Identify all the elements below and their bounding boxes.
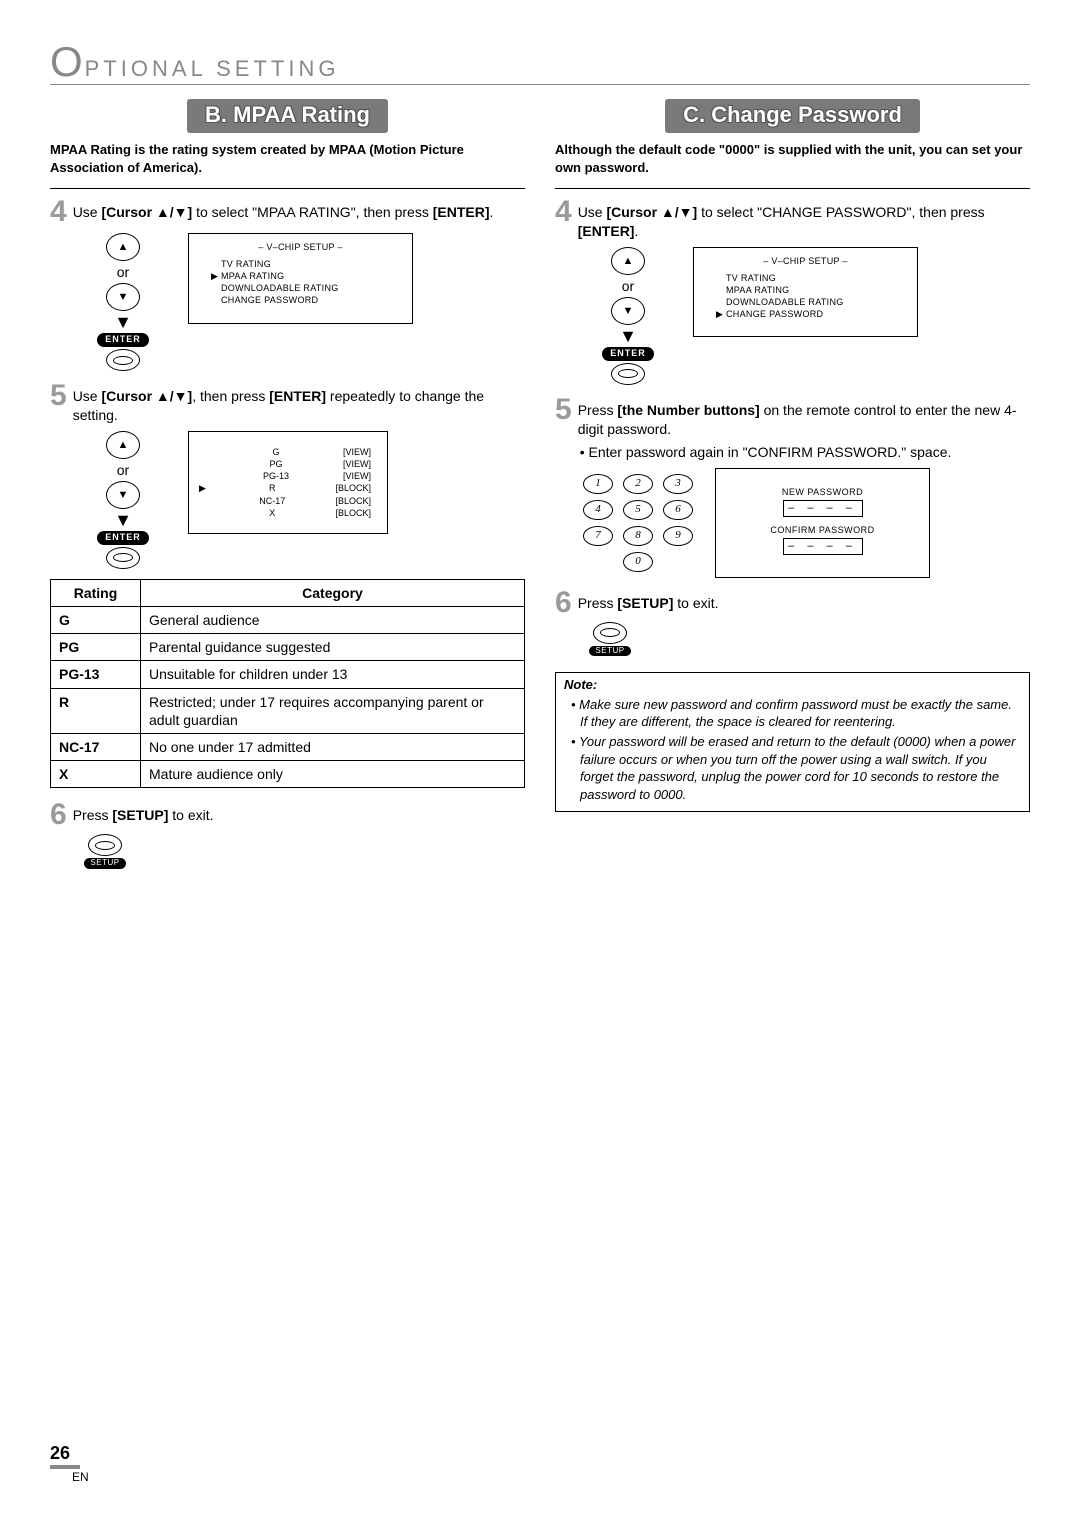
password-entry-box: NEW PASSWORD – – – – CONFIRM PASSWORD – … [715,468,930,578]
table-header-category: Category [141,579,525,606]
setup-button[interactable]: SETUP [585,622,635,656]
up-button-icon[interactable]: ▲ [106,233,140,261]
divider [555,188,1030,189]
note-title: Note: [564,677,1021,694]
step-number-icon: 5 [50,381,67,411]
num-3-button[interactable]: 3 [663,474,693,494]
confirm-password-label: CONFIRM PASSWORD [726,525,919,537]
new-password-field: – – – – [783,500,863,516]
num-6-button[interactable]: 6 [663,500,693,520]
table-row: GGeneral audience [51,607,525,634]
section-b-column: B. MPAA Rating MPAA Rating is the rating… [50,99,525,869]
confirm-password-field: – – – – [783,538,863,554]
note-item: Make sure new password and confirm passw… [580,696,1021,731]
setup-button-icon [88,834,122,856]
enter-label: ENTER [602,347,654,361]
page-number: 26 [50,1442,80,1469]
num-9-button[interactable]: 9 [663,526,693,546]
enter-button-icon[interactable] [106,547,140,569]
section-b-title: B. MPAA Rating [187,99,388,134]
section-c-step-6: 6 Press [SETUP] to exit. [555,588,1030,618]
header-big-o: O [50,45,85,79]
or-label: or [117,461,129,479]
mpaa-rating-menu-box: G[VIEW] PG[VIEW] PG-13[VIEW] ▶R[BLOCK] N… [188,431,388,534]
new-password-label: NEW PASSWORD [726,487,919,499]
step-number-icon: 6 [555,588,572,618]
step-number-icon: 6 [50,800,67,830]
note-item: Your password will be erased and return … [580,733,1021,803]
up-button-icon[interactable]: ▲ [106,431,140,459]
num-8-button[interactable]: 8 [623,526,653,546]
step-text: Press [SETUP] to exit. [578,588,1030,613]
section-c-step-4: 4 Use [Cursor ▲/▼] to select "CHANGE PAS… [555,197,1030,241]
enter-label: ENTER [97,333,149,347]
or-label: or [622,277,634,295]
setup-label: SETUP [84,858,125,868]
step-number-icon: 4 [555,197,572,227]
num-2-button[interactable]: 2 [623,474,653,494]
page-footer: 26 EN [50,1442,89,1486]
table-row: PGParental guidance suggested [51,634,525,661]
cursor-pad: ▲ or ▼ ▼ ENTER [583,247,673,385]
header-rest: PTIONAL SETTING [85,55,340,84]
table-row: XMature audience only [51,761,525,788]
section-c-column: C. Change Password Although the default … [555,99,1030,869]
vchip-menu-box: – V–CHIP SETUP – TV RATING ▶MPAA RATING … [188,233,413,323]
section-b-intro: MPAA Rating is the rating system created… [50,141,525,176]
enter-label: ENTER [97,531,149,545]
arrow-down-icon: ▼ [114,313,132,331]
down-button-icon[interactable]: ▼ [106,481,140,509]
num-4-button[interactable]: 4 [583,500,613,520]
table-row: RRestricted; under 17 requires accompany… [51,688,525,733]
setup-button-icon [593,622,627,644]
mpaa-rating-table: Rating Category GGeneral audience PGPare… [50,579,525,789]
step-text: Use [Cursor ▲/▼] to select "MPAA RATING"… [73,197,525,222]
section-b-step-6: 6 Press [SETUP] to exit. [50,800,525,830]
step-text: Use [Cursor ▲/▼], then press [ENTER] rep… [73,381,525,425]
table-row: NC-17No one under 17 admitted [51,733,525,760]
down-button-icon[interactable]: ▼ [106,283,140,311]
down-button-icon[interactable]: ▼ [611,297,645,325]
section-c-intro: Although the default code "0000" is supp… [555,141,1030,176]
section-c-title: C. Change Password [665,99,920,134]
divider [50,188,525,189]
enter-button-icon[interactable] [611,363,645,385]
step-text: Press [SETUP] to exit. [73,800,525,825]
arrow-down-icon: ▼ [114,511,132,529]
table-row: PG-13Unsuitable for children under 13 [51,661,525,688]
setup-button[interactable]: SETUP [80,834,130,868]
number-pad: 1 2 3 4 5 6 7 8 9 0 [583,474,695,572]
num-5-button[interactable]: 5 [623,500,653,520]
note-box: Note: Make sure new password and confirm… [555,672,1030,812]
num-1-button[interactable]: 1 [583,474,613,494]
step-text: Use [Cursor ▲/▼] to select "CHANGE PASSW… [578,197,1030,241]
step-text: Press [the Number buttons] on the remote… [578,395,1030,462]
num-7-button[interactable]: 7 [583,526,613,546]
step-number-icon: 5 [555,395,572,425]
menu-title: – V–CHIP SETUP – [708,256,903,268]
page-header: O PTIONAL SETTING [50,45,1030,85]
step5-bullet: Enter password again in "CONFIRM PASSWOR… [578,443,1030,462]
or-label: or [117,263,129,281]
menu-title: – V–CHIP SETUP – [203,242,398,254]
section-c-step-5: 5 Press [the Number buttons] on the remo… [555,395,1030,462]
cursor-pad: ▲ or ▼ ▼ ENTER [78,431,168,569]
up-button-icon[interactable]: ▲ [611,247,645,275]
arrow-down-icon: ▼ [619,327,637,345]
setup-label: SETUP [589,646,630,656]
table-header-rating: Rating [51,579,141,606]
page-lang: EN [72,1470,89,1484]
step-number-icon: 4 [50,197,67,227]
vchip-menu-box: – V–CHIP SETUP – TV RATING MPAA RATING D… [693,247,918,337]
section-b-step-4: 4 Use [Cursor ▲/▼] to select "MPAA RATIN… [50,197,525,227]
enter-button-icon[interactable] [106,349,140,371]
section-b-step-5: 5 Use [Cursor ▲/▼], then press [ENTER] r… [50,381,525,425]
num-0-button[interactable]: 0 [623,552,653,572]
cursor-pad: ▲ or ▼ ▼ ENTER [78,233,168,371]
